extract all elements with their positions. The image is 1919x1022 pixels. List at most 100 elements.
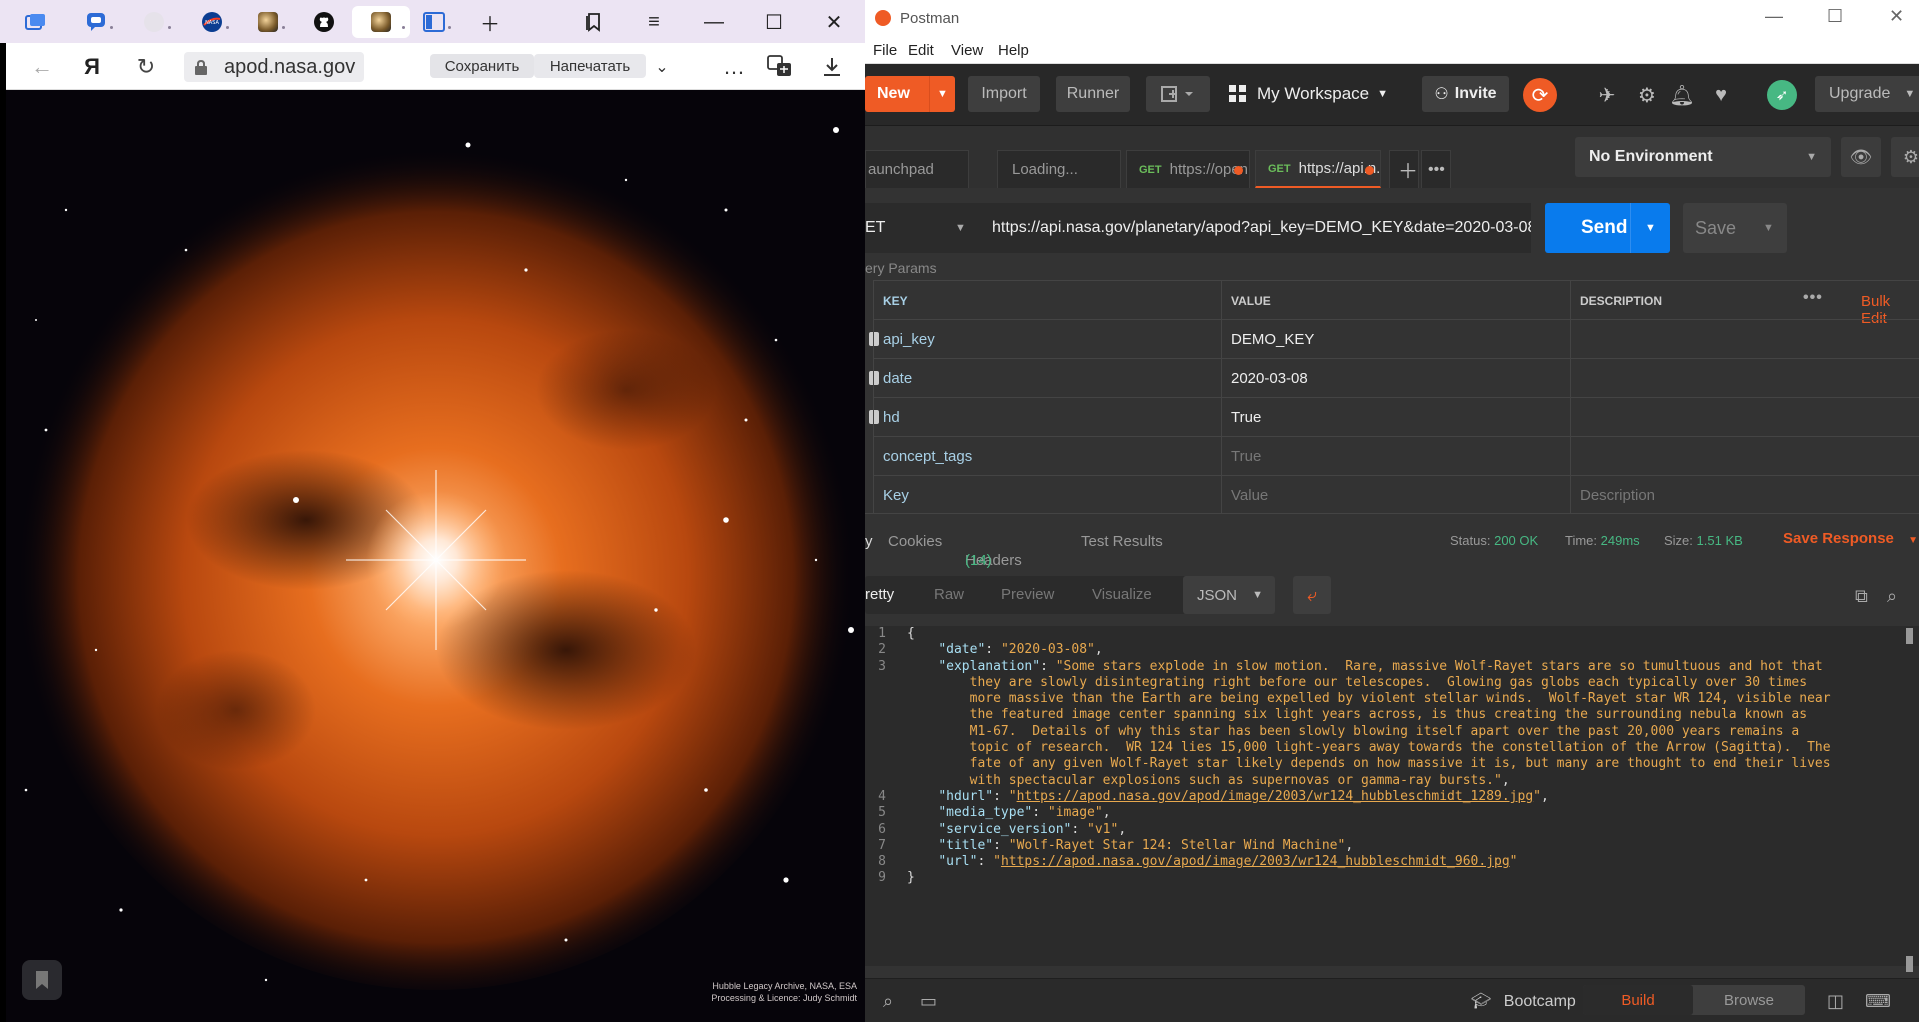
new-param-value-input[interactable]: Value	[1221, 476, 1570, 515]
browser-tab-sidebar[interactable]	[412, 6, 456, 38]
menu-help[interactable]: Help	[998, 42, 1029, 59]
back-icon[interactable]: ←	[26, 51, 58, 83]
tabs-panel-icon[interactable]	[14, 6, 58, 38]
close-icon[interactable]: ✕	[1889, 6, 1904, 27]
param-description[interactable]	[1570, 320, 1919, 359]
method-select[interactable]: ET ▼	[865, 203, 981, 253]
tab-cookies[interactable]: Cookies	[888, 533, 942, 550]
request-url-input[interactable]: https://api.nasa.gov/planetary/apod?api_…	[981, 203, 1531, 253]
import-button[interactable]: Import	[968, 76, 1040, 112]
settings-wrench-icon[interactable]: ⚙	[1635, 83, 1659, 107]
send-button[interactable]: Send ▼	[1545, 203, 1670, 253]
browser-tab-nasa[interactable]: NASA	[190, 6, 234, 38]
param-value[interactable]: True	[1221, 398, 1570, 437]
search-icon[interactable]: ⌕	[1887, 586, 1897, 607]
translate-icon[interactable]	[764, 51, 796, 83]
browser-tab-github[interactable]	[302, 6, 346, 38]
param-key[interactable]: date	[873, 359, 1221, 398]
param-description[interactable]	[1570, 398, 1919, 437]
new-param-description-input[interactable]: Description	[1570, 476, 1919, 515]
bootcamp-button[interactable]: 🎓︎ Bootcamp	[1471, 991, 1576, 1011]
scrollbar-thumb[interactable]	[1906, 628, 1913, 644]
print-page-button[interactable]: Напечатать	[534, 54, 646, 78]
new-param-key-input[interactable]: Key	[873, 476, 1221, 515]
menu-file[interactable]: File	[873, 42, 897, 59]
copy-icon[interactable]: ⧉	[1855, 586, 1868, 607]
notification-bell-icon[interactable]: 🔔︎	[1669, 83, 1694, 107]
tab-api-nasa-request[interactable]: GET https://api.n...	[1255, 150, 1381, 188]
maximize-icon[interactable]: ☐	[754, 6, 794, 38]
add-tab-button[interactable]: ＋	[1389, 150, 1419, 188]
hdurl-link[interactable]: https://apod.nasa.gov/apod/image/2003/wr…	[1017, 789, 1534, 804]
maximize-icon[interactable]: ☐	[1827, 6, 1843, 27]
wrap-lines-icon[interactable]: ⤶	[1293, 576, 1331, 614]
tab-raw[interactable]: Raw	[934, 586, 964, 603]
environment-select[interactable]: No Environment ▼	[1575, 137, 1831, 177]
yandex-logo[interactable]: Я	[76, 51, 108, 83]
url-field[interactable]: apod.nasa.gov	[184, 52, 364, 82]
browser-tab-apod-1[interactable]	[246, 6, 290, 38]
param-description[interactable]	[1570, 359, 1919, 398]
browser-tab-chat[interactable]	[74, 6, 118, 38]
tab-method: GET	[1268, 162, 1291, 175]
keyboard-icon[interactable]: ⌨	[1865, 991, 1891, 1012]
rocket-icon[interactable]: ➶	[1767, 80, 1797, 110]
browser-tab-apod-active[interactable]	[352, 6, 410, 38]
tab-options-icon[interactable]: •••	[1421, 150, 1451, 188]
browser-tab-blank[interactable]	[132, 6, 176, 38]
heart-icon[interactable]: ♥	[1709, 83, 1733, 107]
build-tab[interactable]: Build	[1583, 985, 1693, 1015]
url-link[interactable]: https://apod.nasa.gov/apod/image/2003/wr…	[1001, 854, 1510, 869]
download-icon[interactable]	[816, 51, 848, 83]
bookmark-sidebar-button[interactable]	[22, 960, 62, 1000]
manage-environments-icon[interactable]: ⚙	[1891, 137, 1919, 177]
menu-icon[interactable]: ≡	[634, 6, 674, 38]
save-response-button[interactable]: Save Response ▼	[1783, 530, 1918, 547]
params-options-icon[interactable]: •••	[1803, 289, 1823, 307]
param-key[interactable]: concept_tags	[873, 437, 1221, 476]
two-pane-icon[interactable]: ◫	[1827, 991, 1844, 1012]
param-key[interactable]: api_key	[873, 320, 1221, 359]
sync-icon[interactable]: ⟳	[1523, 78, 1557, 112]
close-icon[interactable]: ✕	[814, 6, 854, 38]
param-value[interactable]: DEMO_KEY	[1221, 320, 1570, 359]
param-description[interactable]	[1570, 437, 1919, 476]
menu-edit[interactable]: Edit	[908, 42, 934, 59]
minimize-icon[interactable]: —	[1765, 6, 1783, 27]
workspace-switcher[interactable]: My Workspace ▼	[1227, 76, 1403, 112]
runner-button[interactable]: Runner	[1056, 76, 1130, 112]
browse-tab[interactable]: Browse	[1693, 985, 1805, 1015]
image-credit-line1: Hubble Legacy Archive, NASA, ESA	[712, 981, 857, 991]
more-icon[interactable]: …	[718, 51, 750, 83]
upgrade-button[interactable]: Upgrade ▼	[1815, 76, 1919, 112]
console-icon[interactable]: ▭	[920, 991, 937, 1012]
new-tab-icon[interactable]: ＋	[470, 6, 510, 38]
chevron-down-icon[interactable]: ⌄	[646, 51, 678, 83]
invite-button[interactable]: ⚇ Invite	[1422, 76, 1509, 112]
tab-openl-request[interactable]: GET https://openl...	[1126, 150, 1250, 188]
tab-body[interactable]: y	[865, 533, 873, 550]
language-select[interactable]: JSON ▼	[1183, 576, 1275, 614]
tab-test-results[interactable]: Test Results	[1081, 533, 1163, 550]
response-body-viewer[interactable]: 12 3 45 67 89 { "date": "2020-03-08", "e…	[865, 626, 1919, 972]
satellite-icon[interactable]: ✈	[1595, 83, 1619, 107]
tab-loading[interactable]: Loading...	[997, 150, 1121, 188]
save-page-button[interactable]: Сохранить	[430, 54, 534, 78]
tab-preview[interactable]: Preview	[1001, 586, 1054, 603]
param-value[interactable]: 2020-03-08	[1221, 359, 1570, 398]
new-window-button[interactable]	[1146, 76, 1210, 112]
new-button[interactable]: New ▼	[865, 76, 955, 112]
param-key[interactable]: hd	[873, 398, 1221, 437]
param-value[interactable]: True	[1221, 437, 1570, 476]
reload-icon[interactable]: ↻	[130, 51, 162, 83]
minimize-icon[interactable]: —	[694, 6, 734, 38]
menu-view[interactable]: View	[951, 42, 983, 59]
save-button[interactable]: Save ▼	[1683, 203, 1787, 253]
tab-visualize[interactable]: Visualize	[1092, 586, 1152, 603]
tab-launchpad[interactable]: aunchpad	[865, 150, 969, 188]
environment-quick-look-icon[interactable]: 👁︎	[1841, 137, 1881, 177]
tab-pretty[interactable]: retty	[865, 586, 894, 603]
scrollbar-thumb[interactable]	[1906, 956, 1913, 972]
find-icon[interactable]: ⌕	[883, 991, 893, 1012]
bookmarks-icon[interactable]	[574, 6, 614, 38]
